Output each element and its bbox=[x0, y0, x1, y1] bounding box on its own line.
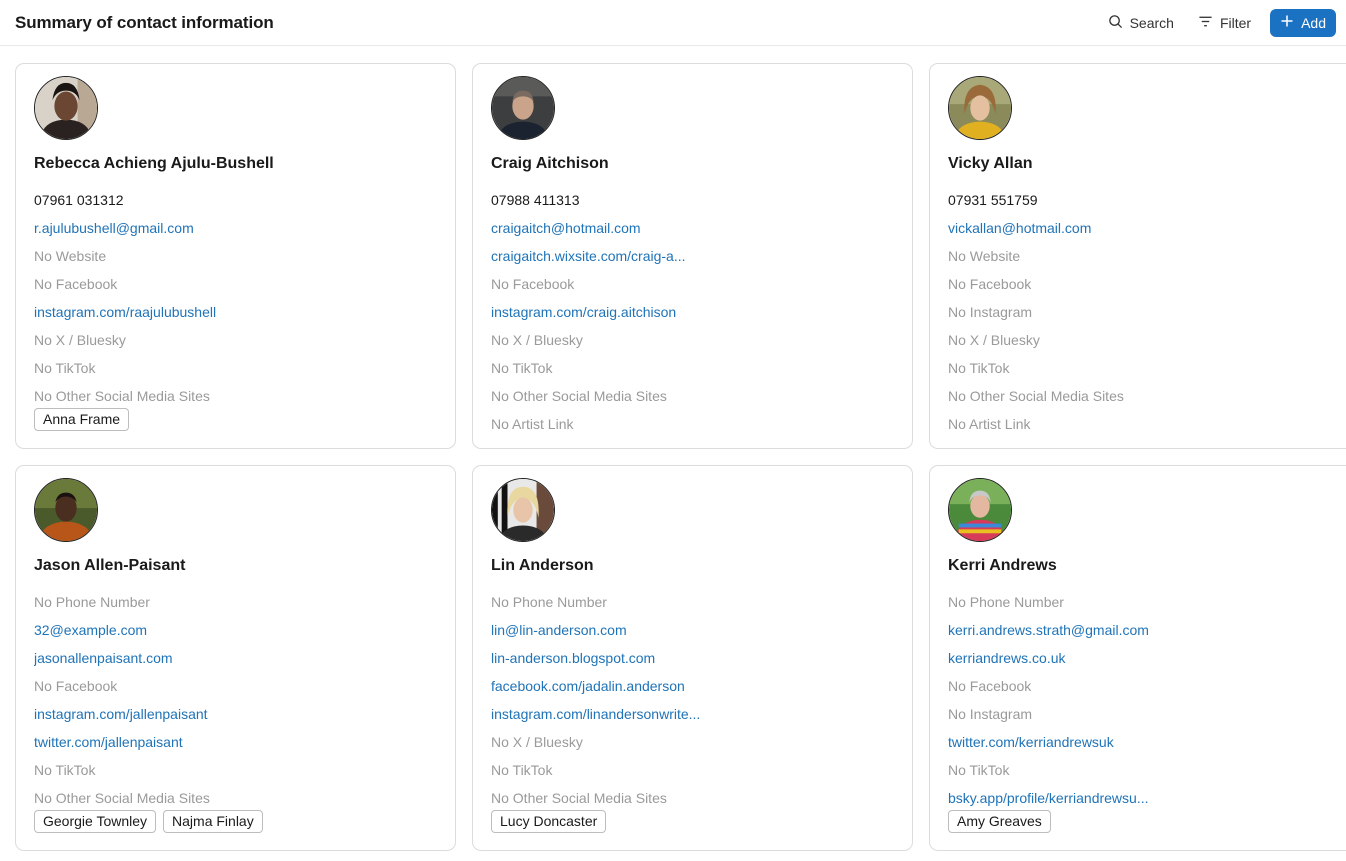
contact-field[interactable]: vickallan@hotmail.com bbox=[948, 217, 1346, 245]
add-button[interactable]: Add bbox=[1270, 8, 1336, 37]
contact-field: No TikTok bbox=[34, 762, 96, 778]
avatar bbox=[948, 478, 1012, 542]
contact-card[interactable]: Jason Allen-Paisant No Phone Number 32@e… bbox=[15, 465, 456, 851]
contact-field: No Instagram bbox=[948, 304, 1033, 320]
contact-field: No Phone Number bbox=[34, 594, 150, 610]
contact-field: No TikTok bbox=[948, 762, 1010, 778]
contact-field: No X / Bluesky bbox=[491, 734, 583, 750]
contact-field[interactable]: r.ajulubushell@gmail.com bbox=[34, 217, 437, 245]
contact-field: No Phone Number bbox=[948, 594, 1064, 610]
contact-field[interactable]: lin-anderson.blogspot.com bbox=[491, 647, 894, 675]
header-actions: Search Filter Add bbox=[1098, 8, 1336, 37]
contact-card[interactable]: Lin Anderson No Phone Number lin@lin-and… bbox=[472, 465, 913, 851]
search-icon bbox=[1108, 14, 1123, 32]
contact-field: No Facebook bbox=[34, 276, 118, 292]
contact-field: No Artist Link bbox=[491, 416, 574, 432]
contact-field[interactable]: instagram.com/jallenpaisant bbox=[34, 703, 437, 731]
contact-card[interactable]: Vicky Allan 07931 551759 vickallan@hotma… bbox=[929, 63, 1346, 449]
contact-field[interactable]: facebook.com/jadalin.anderson bbox=[491, 675, 894, 703]
avatar bbox=[491, 76, 555, 140]
contact-name: Kerri Andrews bbox=[948, 557, 1057, 574]
avatar bbox=[34, 76, 98, 140]
contact-field: 07931 551759 bbox=[948, 192, 1038, 208]
contact-tag[interactable]: Amy Greaves bbox=[948, 810, 1051, 833]
contact-card[interactable]: Kerri Andrews No Phone Number kerri.andr… bbox=[929, 465, 1346, 851]
contact-field[interactable]: instagram.com/raajulubushell bbox=[34, 301, 437, 329]
contact-card[interactable]: Rebecca Achieng Ajulu-Bushell 07961 0313… bbox=[15, 63, 456, 449]
filter-icon bbox=[1198, 14, 1213, 32]
contact-field: 07988 411313 bbox=[491, 192, 580, 208]
contact-field: No Instagram bbox=[948, 706, 1033, 722]
contact-field: No Website bbox=[948, 248, 1021, 264]
contact-field: No X / Bluesky bbox=[34, 332, 126, 348]
contact-field: No Facebook bbox=[948, 276, 1032, 292]
filter-button[interactable]: Filter bbox=[1188, 9, 1261, 37]
contact-field[interactable]: instagram.com/linandersonwrite... bbox=[491, 703, 894, 731]
contact-field: No TikTok bbox=[491, 360, 553, 376]
contact-field: No TikTok bbox=[948, 360, 1010, 376]
contact-field[interactable]: craigaitch@hotmail.com bbox=[491, 217, 894, 245]
contact-field: No X / Bluesky bbox=[948, 332, 1040, 348]
contact-field[interactable]: instagram.com/craig.aitchison bbox=[491, 301, 894, 329]
contact-field[interactable]: kerriandrews.co.uk bbox=[948, 647, 1346, 675]
contact-field[interactable]: twitter.com/jallenpaisant bbox=[34, 731, 437, 759]
contact-field: No Facebook bbox=[491, 276, 575, 292]
contact-tag[interactable]: Anna Frame bbox=[34, 408, 130, 431]
contact-field[interactable]: jasonallenpaisant.com bbox=[34, 647, 437, 675]
contact-field: No Facebook bbox=[948, 678, 1032, 694]
filter-label: Filter bbox=[1219, 14, 1252, 31]
add-label: Add bbox=[1301, 14, 1326, 31]
contact-tag[interactable]: Georgie Townley bbox=[34, 810, 157, 833]
contact-field[interactable]: kerri.andrews.strath@gmail.com bbox=[948, 619, 1346, 647]
contact-name: Vicky Allan bbox=[948, 155, 1033, 172]
contact-field: No TikTok bbox=[34, 360, 96, 376]
contact-field: 07961 031312 bbox=[34, 192, 124, 208]
contact-field: No Other Social Media Sites bbox=[491, 388, 667, 404]
contact-tag[interactable]: Lucy Doncaster bbox=[491, 810, 607, 833]
contact-name: Jason Allen-Paisant bbox=[34, 557, 186, 574]
contact-name: Rebecca Achieng Ajulu-Bushell bbox=[34, 155, 274, 172]
avatar bbox=[948, 76, 1012, 140]
contact-tag[interactable]: Najma Finlay bbox=[163, 810, 263, 833]
contact-card[interactable]: Craig Aitchison 07988 411313 craigaitch@… bbox=[472, 63, 913, 449]
contact-field: No Website bbox=[34, 248, 107, 264]
contact-field[interactable]: lin@lin-anderson.com bbox=[491, 619, 894, 647]
plus-icon bbox=[1280, 14, 1294, 31]
top-bar: Summary of contact information Search Fi… bbox=[0, 0, 1346, 46]
search-button[interactable]: Search bbox=[1098, 9, 1184, 37]
contact-field: No Artist Link bbox=[948, 416, 1031, 432]
page-title: Summary of contact information bbox=[15, 12, 274, 32]
contact-field: No TikTok bbox=[491, 762, 553, 778]
search-label: Search bbox=[1129, 14, 1174, 31]
contact-field[interactable]: craigaitch.wixsite.com/craig-a... bbox=[491, 245, 894, 273]
avatar bbox=[34, 478, 98, 542]
contact-field: No Phone Number bbox=[491, 594, 607, 610]
contact-name: Lin Anderson bbox=[491, 557, 594, 574]
contact-field[interactable]: 32@example.com bbox=[34, 619, 437, 647]
avatar bbox=[491, 478, 555, 542]
contact-name: Craig Aitchison bbox=[491, 155, 609, 172]
contact-field[interactable]: twitter.com/kerriandrewsuk bbox=[948, 731, 1346, 759]
contact-field: No Facebook bbox=[34, 678, 118, 694]
contact-field: No Other Social Media Sites bbox=[948, 388, 1124, 404]
contact-field: No X / Bluesky bbox=[491, 332, 583, 348]
